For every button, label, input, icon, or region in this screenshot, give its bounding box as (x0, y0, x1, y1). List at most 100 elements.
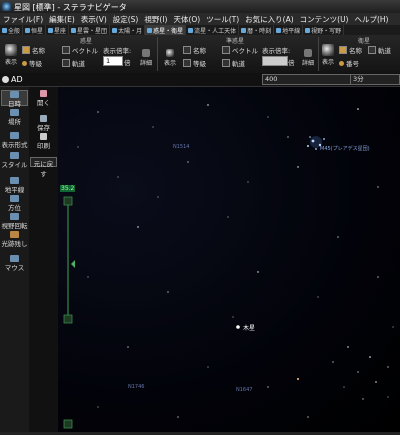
menu-contents[interactable]: コンテンツ(U) (297, 13, 352, 25)
sun-icon (112, 27, 118, 33)
mag-icon (183, 59, 191, 67)
tab-horizon[interactable]: 地平線 (274, 25, 304, 35)
nebula-icon (71, 27, 77, 33)
menu-field[interactable]: 視野(I) (141, 13, 170, 25)
number-icon (339, 60, 344, 66)
horizon-button[interactable]: 地平線 (1, 177, 28, 194)
left-tool-panel: 日時 場所 表示形式 スタイル 地平線 方位 視野回転 光跡残し マウス (0, 87, 30, 435)
save-button[interactable]: 保存 (30, 115, 57, 132)
tab-constellations[interactable]: 星座 (46, 25, 70, 35)
horizon-icon (10, 177, 19, 184)
menu-view[interactable]: 表示(V) (78, 13, 110, 25)
orbit-icon (368, 46, 376, 54)
app-icon (2, 2, 11, 11)
view-rotate-button[interactable]: 視野回転 (1, 213, 28, 230)
tab-general[interactable]: 全般 (0, 25, 24, 35)
mouse-button[interactable]: マウス (1, 255, 28, 272)
n1514-label: N1514 (173, 144, 190, 150)
search-input[interactable]: 400 (262, 74, 352, 85)
separator (157, 37, 158, 71)
satellite-group-title: 衛星 (358, 38, 371, 45)
planet-orbit-toggle[interactable]: 軌道 (62, 58, 85, 68)
n1746-label: N1746 (128, 384, 145, 390)
tab-field[interactable]: 視野・写野 (303, 25, 345, 35)
location-icon (10, 109, 19, 116)
title-bar: 星図 [標準] - ステラナビゲータ (0, 0, 400, 13)
zoom-slider[interactable]: 35.2 (58, 87, 78, 435)
tab-sun-moon[interactable]: 太陽・月 (110, 25, 146, 35)
folder-icon (40, 90, 47, 97)
vector-icon (222, 46, 230, 54)
location-button[interactable]: 場所 (1, 109, 28, 126)
satellite-number-toggle[interactable]: 番号 (339, 58, 359, 68)
window-title: 星図 [標準] - ステラナビゲータ (14, 3, 127, 12)
orbit-icon (62, 59, 70, 67)
jupiter-marker (236, 325, 240, 329)
format-icon (10, 132, 19, 139)
trail-icon (10, 231, 19, 238)
dwarf-planet-icon (166, 49, 174, 57)
satellite-show-button[interactable]: 表示 (320, 44, 336, 66)
tab-calendar[interactable]: 暦・時刻 (239, 25, 275, 35)
planet-detail-button[interactable]: 詳細 (138, 49, 154, 67)
planet-name-toggle[interactable]: 名称 (22, 45, 45, 55)
date-label: AD (11, 75, 23, 84)
style-icon (10, 152, 19, 159)
menu-help[interactable]: ヘルプ(H) (351, 13, 391, 25)
rotate-icon (10, 213, 19, 220)
dwarf-group-title: 準惑星 (226, 38, 245, 45)
meteor-icon (188, 27, 194, 33)
planet-mag-toggle[interactable]: 等級 (22, 58, 42, 68)
trail-button[interactable]: 光跡残し (1, 231, 28, 248)
menu-objects[interactable]: 天体(O) (170, 13, 203, 25)
dwarf-scale-label: 表示倍率: (262, 47, 291, 55)
dwarf-detail-button[interactable]: 詳細 (300, 49, 316, 67)
dwarf-vector-toggle[interactable]: ベクトル (222, 45, 258, 55)
sky-stars (77, 104, 394, 418)
planet-scale-input[interactable]: 1 (103, 56, 123, 66)
zoom-out-button (63, 314, 73, 324)
dwarf-mag-toggle[interactable]: 等級 (183, 58, 206, 68)
style-button[interactable]: スタイル (1, 152, 28, 169)
ribbon-tab-bar: 全般 恒星 星座 星雲・星団 太陽・月 惑星・衛星 流星・人工天体 暦・時刻 地… (0, 25, 400, 35)
dwarf-name-toggle[interactable]: 名称 (183, 45, 206, 55)
planet-group-title: 惑星 (80, 38, 93, 45)
sky-chart[interactable]: N1514 M45(プレアデス星団) 木星 N1746 N1647 (58, 87, 400, 432)
menu-edit[interactable]: 編集(E) (46, 13, 78, 25)
general-icon (2, 27, 7, 33)
orbit-icon (222, 59, 230, 67)
undo-button[interactable]: 元に戻す (30, 157, 57, 178)
pleiades-label: M45(プレアデス星団) (320, 146, 370, 152)
direction-button[interactable]: 方位 (1, 195, 28, 212)
tab-planets[interactable]: 惑星・衛星 (145, 25, 187, 35)
open-button[interactable]: 開く (30, 90, 57, 107)
display-format-button[interactable]: 表示形式 (1, 132, 28, 149)
planet-scale-label: 表示倍率: (103, 47, 132, 55)
satellite-name-toggle[interactable]: 名称 (339, 45, 362, 55)
horizon-icon (276, 27, 282, 33)
clock-icon (10, 91, 19, 98)
planet-icon (147, 27, 153, 33)
dwarf-scale-unit: 倍 (288, 59, 295, 67)
file-tool-panel: 開く 保存 印刷 元に戻す (29, 87, 59, 435)
satellite-orbit-toggle[interactable]: 軌道 (368, 45, 391, 55)
planet-show-button[interactable]: 表示 (3, 44, 19, 66)
menu-file[interactable]: ファイル(F) (0, 13, 46, 25)
detail-icon (304, 49, 312, 57)
dwarf-show-button[interactable]: 表示 (162, 49, 178, 67)
dwarf-scale-input[interactable] (262, 56, 288, 66)
vector-icon (62, 46, 70, 54)
address-bar: AD 400 3分 (0, 73, 400, 87)
datetime-button[interactable]: 日時 (1, 90, 28, 108)
print-button[interactable]: 印刷 (30, 133, 57, 150)
menu-tools[interactable]: ツール(T) (203, 13, 242, 25)
tab-nebulae[interactable]: 星雲・星団 (69, 25, 111, 35)
menu-settings[interactable]: 設定(S) (110, 13, 142, 25)
menu-favorites[interactable]: お気に入り(A) (242, 13, 296, 25)
satellite-icon (322, 44, 334, 56)
time-step-input[interactable]: 3分 (350, 74, 400, 85)
tab-meteors[interactable]: 流星・人工天体 (186, 25, 240, 35)
dwarf-orbit-toggle[interactable]: 軌道 (222, 58, 245, 68)
tab-stars[interactable]: 恒星 (23, 25, 47, 35)
planet-vector-toggle[interactable]: ベクトル (62, 45, 98, 55)
